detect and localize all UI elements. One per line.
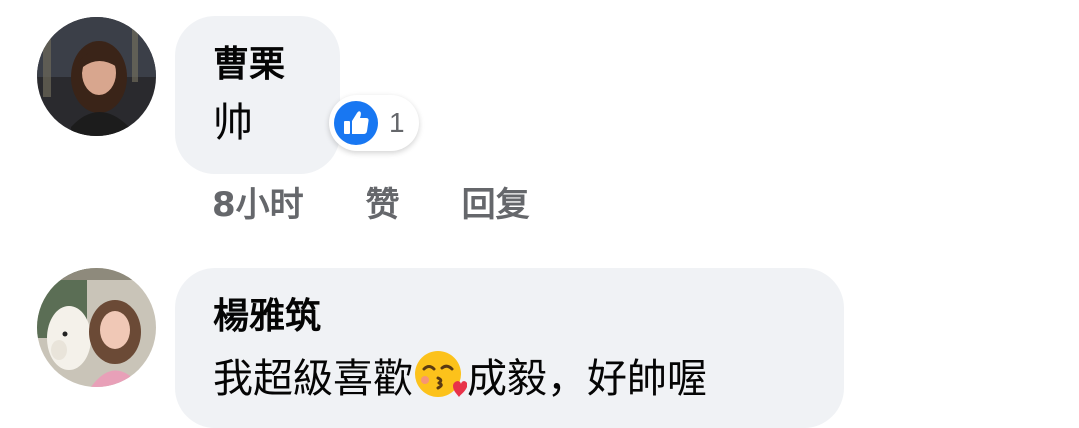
avatar[interactable] xyxy=(37,17,156,136)
comment-author[interactable]: 曹栗 xyxy=(213,42,302,88)
user-photo xyxy=(37,268,156,387)
comment-bubble: 曹栗 帅 xyxy=(175,16,340,174)
avatar[interactable] xyxy=(37,268,156,387)
comment-2: 楊雅筑 我超級喜歡 成毅，好帥喔 xyxy=(0,240,1079,428)
comment-text-part: 我超級喜歡 xyxy=(213,356,413,402)
comment-time[interactable]: 8小时 xyxy=(212,180,304,230)
comment-text: 我超級喜歡 成毅，好帥喔 xyxy=(213,346,806,408)
comment-author[interactable]: 楊雅筑 xyxy=(213,294,806,340)
comment-bubble: 楊雅筑 我超級喜歡 成毅，好帥喔 xyxy=(175,268,844,428)
reaction-summary[interactable]: 1 xyxy=(329,95,419,151)
comment-text: 帅 xyxy=(213,100,253,146)
reply-button[interactable]: 回复 xyxy=(462,180,530,230)
like-icon xyxy=(334,101,378,145)
comment-1: 曹栗 帅 1 8小时 赞 回复 xyxy=(0,0,1079,240)
like-button[interactable]: 赞 xyxy=(366,180,400,230)
face-blowing-a-kiss-icon xyxy=(415,351,467,397)
reaction-count: 1 xyxy=(389,107,405,138)
user-photo xyxy=(37,17,156,136)
comment-text-part: 成毅，好帥喔 xyxy=(467,356,707,402)
comment-actions: 8小时 赞 回复 xyxy=(212,180,592,230)
